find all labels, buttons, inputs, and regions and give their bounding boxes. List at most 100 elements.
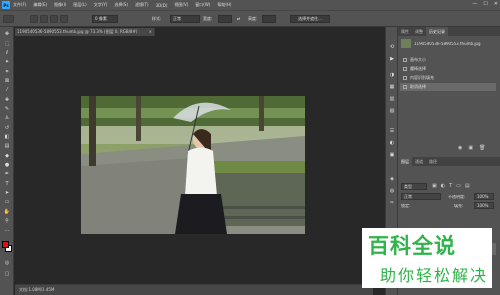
menu-file[interactable]: 文件(F) [13, 2, 26, 8]
frame-tool-icon[interactable]: ⊠ [3, 77, 11, 84]
adjustments-panel-icon[interactable]: ◐ [388, 139, 396, 146]
feather-input[interactable]: 0 像素 [92, 15, 118, 23]
history-item[interactable]: 魔棒选择 [400, 65, 496, 73]
move-tool-icon[interactable]: ✥ [3, 30, 11, 37]
hand-tool-icon[interactable]: ✋ [3, 208, 11, 215]
libraries-panel-icon[interactable]: ▣ [388, 151, 396, 158]
maximize-icon[interactable]: ☐ [483, 1, 487, 7]
menu-help[interactable]: 帮助(H) [217, 2, 231, 8]
adjustment-filter-icon[interactable]: ◐ [441, 183, 445, 189]
watermark-title: 百科全说 [368, 234, 456, 258]
snapshot-name[interactable]: 1190540536-5890553.thumb.jpg [414, 42, 496, 46]
crop-tool-icon[interactable]: ⌗ [3, 68, 11, 75]
menu-view[interactable]: 视图(V) [174, 2, 188, 8]
history-item[interactable]: 画布大小 [400, 56, 496, 64]
screen-mode-icon[interactable]: ▢ [3, 270, 11, 277]
history-item[interactable]: 内容识别填充 [400, 74, 496, 82]
tab-channels[interactable]: 通道 [412, 157, 426, 166]
new-selection-icon[interactable] [30, 15, 38, 23]
tab-layers[interactable]: 图层 [398, 157, 412, 166]
trash-icon[interactable]: 🗑 [479, 145, 485, 151]
actions-panel-icon[interactable]: ▶ [388, 55, 396, 62]
height-input[interactable] [262, 15, 276, 23]
shape-filter-icon[interactable]: ▭ [456, 183, 461, 189]
menu-filter[interactable]: 滤镜(T) [135, 2, 149, 8]
menu-window[interactable]: 窗口(W) [195, 2, 210, 8]
menu-edit[interactable]: 编辑(E) [33, 2, 47, 8]
color-panel-icon[interactable]: ◑ [388, 71, 396, 78]
opacity-label: 不透明度: [448, 195, 466, 199]
tab-adjustments[interactable]: 调整 [412, 27, 426, 36]
eraser-tool-icon[interactable]: ◧ [3, 133, 11, 140]
watermark: 百科全说 助你轻松解决 [362, 228, 492, 288]
tab-properties[interactable]: 属性 [398, 27, 412, 36]
gradients-panel-icon[interactable]: ▥ [388, 95, 396, 102]
rectangle-tool-icon[interactable]: ▭ [3, 198, 11, 205]
history-brush-tool-icon[interactable]: ↺ [3, 124, 11, 131]
clone-stamp-tool-icon[interactable]: ♙ [3, 114, 11, 121]
minimize-icon[interactable]: — [472, 1, 477, 7]
smart-filter-icon[interactable]: ▤ [465, 183, 470, 189]
layer-kind-filter[interactable]: 类型 [401, 183, 427, 190]
healing-brush-tool-icon[interactable]: ✚ [3, 96, 11, 103]
history-state-icon [403, 76, 407, 80]
layer-filter-icons: ▣ ◐ T ▭ ▤ [432, 183, 470, 189]
foreground-color-swatch[interactable] [2, 241, 9, 248]
add-selection-icon[interactable] [40, 15, 48, 23]
eyedropper-tool-icon[interactable]: ⁄ [3, 86, 11, 93]
paths-panel-icon[interactable]: ✑ [388, 199, 396, 206]
swap-icon[interactable]: ⇄ [237, 15, 240, 23]
lasso-tool-icon[interactable]: ℓ [3, 49, 11, 56]
blur-tool-icon[interactable]: ◆ [3, 152, 11, 159]
quick-mask-icon[interactable]: ◎ [3, 259, 11, 266]
swatches-panel-icon[interactable]: ▦ [388, 83, 396, 90]
blend-mode-select[interactable]: 正常 [401, 193, 441, 200]
snapshot-icon[interactable]: ◉ [458, 145, 462, 151]
fill-input[interactable]: 100% [474, 202, 494, 209]
intersect-selection-icon[interactable] [60, 15, 68, 23]
channels-panel-icon[interactable]: ◍ [388, 187, 396, 194]
width-input[interactable] [218, 15, 232, 23]
tab-history[interactable]: 历史记录 [426, 27, 448, 36]
marquee-tool-icon[interactable]: ⬚ [3, 40, 11, 47]
patterns-panel-icon[interactable]: ▧ [388, 107, 396, 114]
snapshot-thumbnail[interactable] [401, 39, 411, 48]
document-image[interactable] [81, 96, 305, 234]
layers-panel-tabs: 图层 通道 路径 [398, 157, 500, 166]
menu-3d[interactable]: 3D(D) [156, 3, 168, 8]
opacity-input[interactable]: 100% [474, 193, 494, 200]
history-item-label: 取消选择 [410, 84, 426, 89]
style-label: 样式: [152, 16, 162, 21]
menu-select[interactable]: 选择(S) [114, 2, 128, 8]
tab-paths[interactable]: 路径 [426, 157, 440, 166]
menu-type[interactable]: 文字(Y) [94, 2, 108, 8]
magic-wand-tool-icon[interactable]: ✦ [3, 58, 11, 65]
dodge-tool-icon[interactable]: ● [3, 161, 11, 168]
close-tab-icon[interactable]: × [149, 30, 152, 34]
select-and-mask-button[interactable]: 选择并遮住... [290, 15, 330, 23]
properties-panel-icon[interactable]: ☰ [388, 127, 396, 134]
pixel-filter-icon[interactable]: ▣ [432, 183, 437, 189]
new-document-icon[interactable]: ▣ [468, 145, 473, 151]
type-filter-icon[interactable]: T [449, 183, 452, 189]
subtract-selection-icon[interactable] [50, 15, 58, 23]
path-selection-tool-icon[interactable]: ➤ [3, 189, 11, 196]
gradient-tool-icon[interactable]: ▤ [3, 142, 11, 149]
style-select[interactable]: 正常 [170, 15, 200, 23]
menu-image[interactable]: 图像(I) [54, 2, 66, 8]
brush-tool-icon[interactable]: ✎ [3, 105, 11, 112]
more-tools-icon[interactable]: ⋯ [3, 227, 11, 234]
document-tab[interactable]: 1190540536-5890553.thumb.jpg @ 73.3% (图层… [15, 28, 155, 36]
watermark-slogan: 助你轻松解决 [380, 266, 489, 285]
width-label: 宽度: [203, 16, 213, 21]
zoom-tool-icon[interactable]: ⚲ [3, 217, 11, 224]
history-panel-icon[interactable]: ⟲ [388, 43, 396, 50]
type-tool-icon[interactable]: T [3, 180, 11, 187]
height-label: 高度: [248, 16, 258, 21]
pen-tool-icon[interactable]: ✒ [3, 170, 11, 177]
tool-preset-button[interactable] [3, 15, 14, 23]
menu-layer[interactable]: 图层(L) [73, 2, 86, 8]
history-item[interactable]: 取消选择 [400, 83, 496, 91]
layers-panel-icon[interactable]: ◈ [388, 175, 396, 182]
close-icon[interactable]: ✕ [494, 1, 498, 7]
